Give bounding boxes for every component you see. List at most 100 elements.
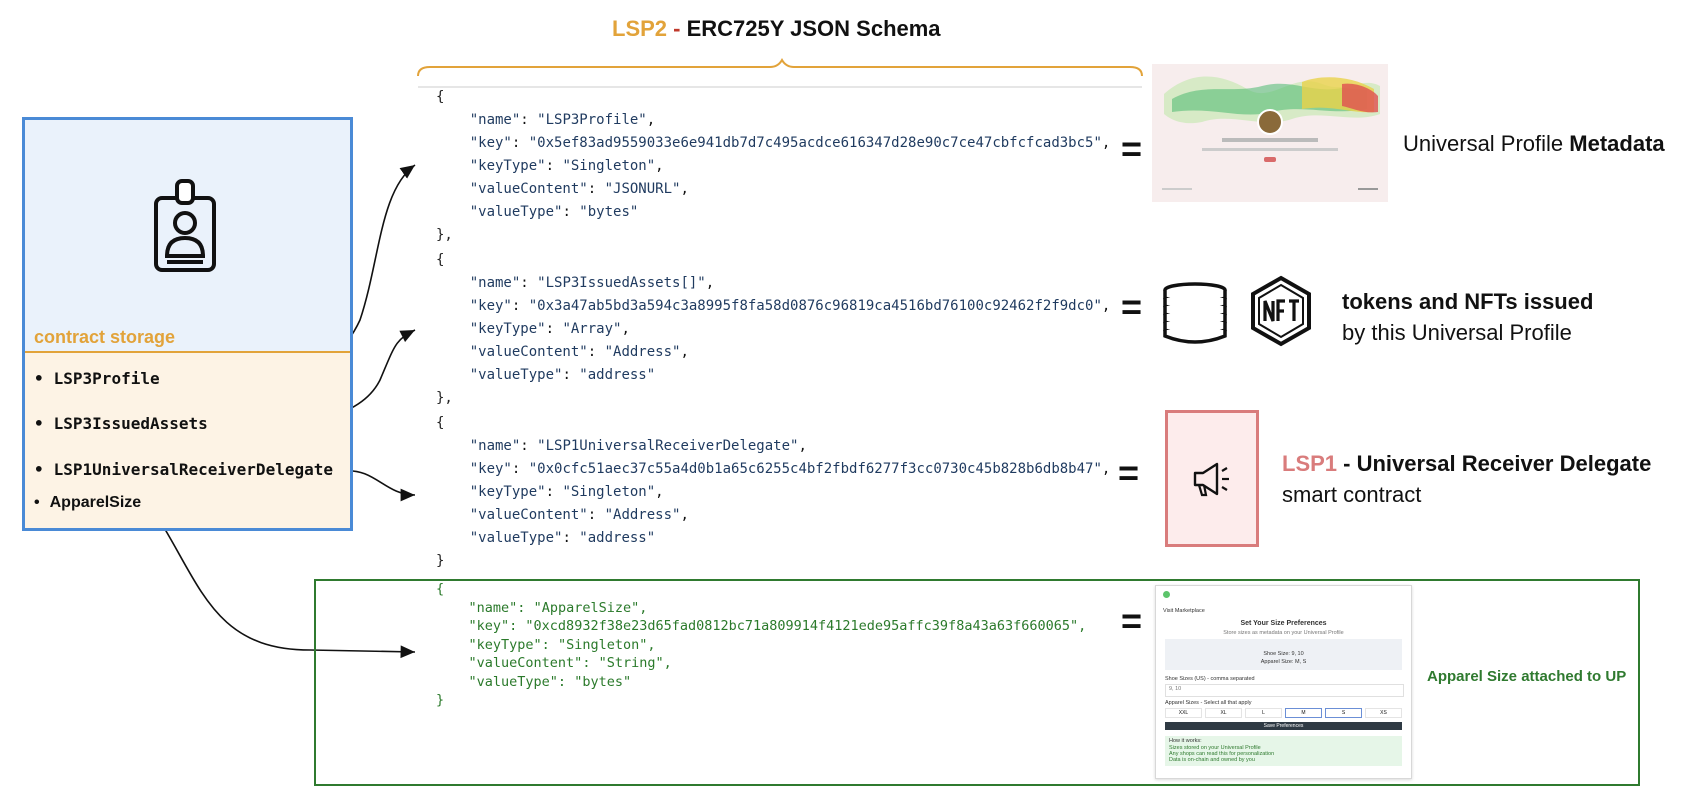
field-key: "keyType" [469,321,546,337]
tokens-label-line2: by this Universal Profile [1342,320,1572,345]
lsp1-label-prefix: LSP1 [1282,451,1338,476]
lsp1-label-line1: LSP1 - Universal Receiver Delegate [1282,451,1651,477]
app-apparel-label: Apparel Sizes - Select all that apply [1165,700,1252,706]
size-option-s[interactable]: S [1325,708,1362,718]
field-key: "valueType" [469,367,563,383]
brace-open: { [436,89,445,105]
equals-sign: = [1121,600,1143,641]
field-key: "valueContent" [468,655,583,671]
storage-item-lsp1urd: • LSP1UniversalReceiverDelegate [34,460,333,479]
field-key: "valueContent" [469,507,588,523]
app-shoe-input[interactable] [1165,684,1404,697]
storage-item-label: ApparelSize [49,494,142,511]
field-value: "address" [579,367,656,383]
field-key: "key" [469,461,512,477]
schema-brace [417,57,1143,77]
lsp1-box [1165,410,1259,547]
field-key: "valueContent" [469,344,588,360]
field-value: "Singleton" [562,158,656,174]
field-value: "Array" [562,321,622,337]
field-value: "bytes" [579,204,639,220]
field-key: "key" [469,298,512,314]
schema-block-apparelsize: { "name": "ApparelSize", "key": "0xcd893… [436,581,1087,708]
schema-block-lsp1urd: { "name": "LSP1UniversalReceiverDelegate… [436,415,1111,569]
field-value: "LSP3IssuedAssets[]" [537,275,706,291]
field-key: "valueType" [469,204,563,220]
storage-item-apparelsize: • ApparelSize [34,494,141,512]
brace-open: { [436,252,445,268]
apparel-size-caption: Apparel Size attached to UP [1427,668,1627,685]
storage-item-lsp3profile: • LSP3Profile [34,369,160,388]
app-nav: Visit Marketplace [1163,608,1205,614]
profile-banner-image [1152,64,1388,202]
field-key: "key" [469,135,512,151]
field-value: "LSP1UniversalReceiverDelegate" [537,438,799,454]
field-value: "address" [579,530,656,546]
field-key: "name" [469,275,521,291]
up-label-prefix: Universal Profile [1403,131,1570,156]
contract-storage-divider [25,351,350,353]
app-apparel-summary: Apparel Size: M, S [1260,659,1307,665]
nft-hexagon-icon [1251,275,1311,347]
arrow-lsp1urd [343,470,416,502]
tokens-label-line1: tokens and NFTs issued [1342,289,1594,314]
size-option-m[interactable]: M [1285,708,1322,718]
app-size-options: XXL XL L M S XS [1165,708,1402,718]
field-key: "keyType" [469,484,546,500]
universal-profile-metadata-label: Universal Profile Metadata [1403,131,1665,157]
app-how-item: Data is on-chain and owned by you [1169,757,1255,763]
field-key: "valueContent" [469,181,588,197]
universal-profile-thumbnail [1152,64,1388,202]
field-key: "valueType" [468,673,558,690]
field-value: "Address" [604,344,681,360]
field-key: "name" [469,112,521,128]
bullet: • [34,369,44,388]
brace-close: } [436,553,445,569]
coin-stack-icon [1163,282,1227,344]
size-option-xl[interactable]: XL [1205,708,1242,718]
field-key: "valueType" [469,530,563,546]
app-save-button[interactable]: Save Preferences [1165,722,1402,730]
storage-item-label: LSP3Profile [53,369,160,388]
field-value: "0x3a47ab5bd3a594c3a8995f8fa58d0876c9681… [528,298,1102,314]
brace-close: }, [436,227,453,243]
field-value: "JSONURL" [604,181,681,197]
brace-close: }, [436,390,453,406]
lsp1-label-rest: - Universal Receiver Delegate [1337,451,1652,476]
field-value: "Address" [604,507,681,523]
schema-block-lsp3profile: { "name": "LSP3Profile", "key": "0x5ef83… [436,89,1111,243]
field-value: "Singleton" [557,636,648,653]
lsp1-label-line2: smart contract [1282,482,1422,507]
app-subtitle: Store sizes as metadata on your Universa… [1223,630,1344,636]
field-value: "ApparelSize" [533,599,640,616]
storage-item-label: LSP3IssuedAssets [53,414,208,433]
apparel-app-thumbnail: Visit Marketplace Set Your Size Preferen… [1155,585,1412,779]
app-title: Set Your Size Preferences [1240,620,1327,627]
field-value: "LSP3Profile" [537,112,647,128]
storage-item-lsp3issuedassets: • LSP3IssuedAssets [34,414,208,433]
field-key: "keyType" [469,158,546,174]
brace-open: { [436,415,445,431]
status-dot [1163,591,1170,598]
equals-sign: = [1121,286,1143,327]
bullet: • [34,494,40,511]
brace-close: } [436,692,445,708]
field-key: "key" [468,618,510,634]
size-option-l[interactable]: L [1245,708,1282,718]
id-badge-icon [154,179,216,272]
brace-open: { [436,581,445,597]
field-key: "keyType" [468,636,542,653]
size-option-xs[interactable]: XS [1365,708,1402,718]
schema-block-lsp3issuedassets: { "name": "LSP3IssuedAssets[]", "key": "… [436,252,1111,406]
contract-storage-label: contract storage [34,327,176,347]
size-option-xxl[interactable]: XXL [1165,708,1202,718]
field-value: "String" [598,655,664,671]
app-shoe-label: Shoe Sizes (US) - comma separated [1165,676,1255,682]
megaphone-icon [1193,462,1229,497]
equals-sign: = [1121,128,1143,169]
field-value: "0xcd8932f38e23d65fad0812bc71a809914f412… [525,618,1079,634]
app-shoe-value: 9, 10 [1169,686,1182,692]
up-label-bold: Metadata [1569,131,1665,156]
storage-item-label: LSP1UniversalReceiverDelegate [53,460,333,479]
field-key: "name" [469,438,521,454]
